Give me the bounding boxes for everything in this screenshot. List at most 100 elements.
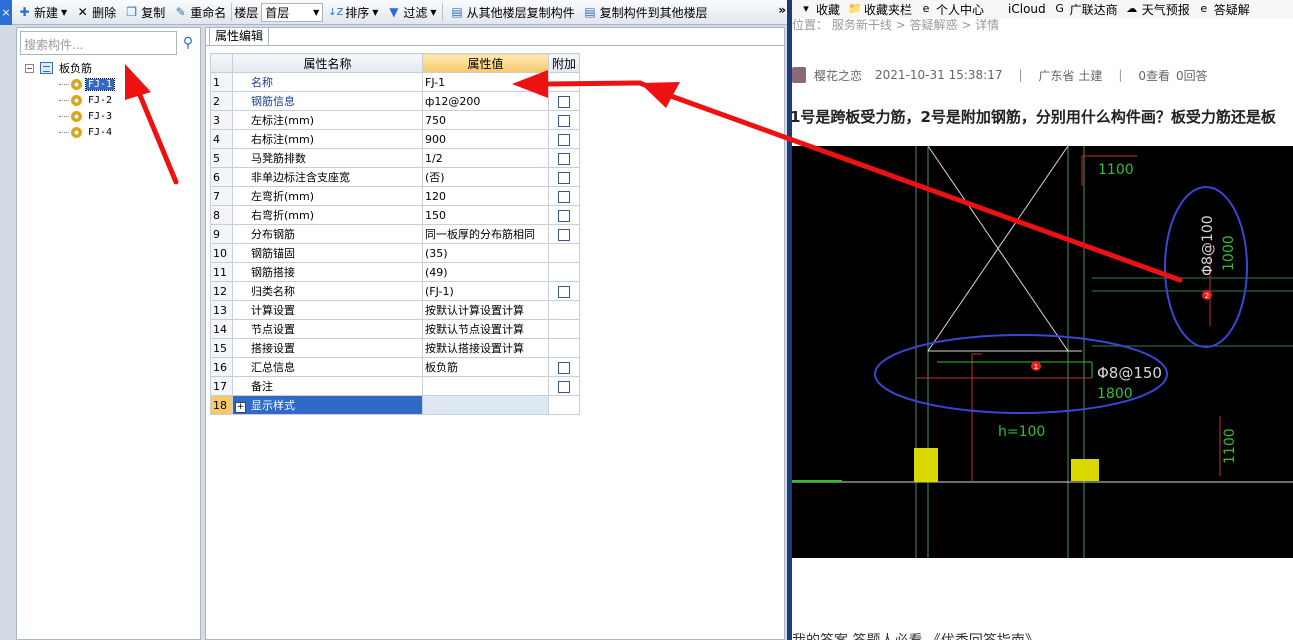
property-value-cell[interactable]: 按默认节点设置计算 <box>422 319 549 339</box>
sort-button[interactable]: ↓Z 排序 ▼ <box>325 1 381 23</box>
gear-icon <box>71 78 82 90</box>
cad-drawing-image: 1 2 1100 Φ8@150 1800 h=100 Φ8@100 1000 1… <box>792 146 1293 558</box>
bookmark-icon <box>992 3 1004 15</box>
property-value-cell[interactable]: 750 <box>422 110 549 130</box>
search-icon[interactable]: ⚲ <box>178 32 198 54</box>
extra-checkbox[interactable] <box>558 190 570 203</box>
property-value-cell[interactable] <box>422 395 549 415</box>
property-name: 钢筋信息 <box>251 95 295 108</box>
tree-item-fj-3[interactable]: FJ-3 <box>59 108 114 124</box>
table-row[interactable]: 5 马凳筋排数 1/2 <box>210 148 580 168</box>
expand-icon[interactable]: + <box>235 402 246 413</box>
table-row[interactable]: 3 左标注(mm) 750 <box>210 110 580 130</box>
property-value-header[interactable]: 属性值 <box>422 53 549 73</box>
row-number: 18 <box>210 395 233 415</box>
property-value-cell[interactable] <box>422 376 549 396</box>
tab-property-edit[interactable]: 属性编辑 <box>209 27 269 46</box>
table-row[interactable]: 1 名称 FJ-1 <box>210 72 580 92</box>
property-value-cell[interactable]: (49) <box>422 262 549 282</box>
property-value-cell[interactable]: 120 <box>422 186 549 206</box>
copy-from-other-floor-button[interactable]: ▤ 从其他楼层复制构件 <box>447 1 578 23</box>
table-row[interactable]: 15 搭接设置 按默认搭接设置计算 <box>210 338 580 358</box>
table-row[interactable]: 13 计算设置 按默认计算设置计算 <box>210 300 580 320</box>
property-value-cell[interactable]: 1/2 <box>422 148 549 168</box>
table-row[interactable]: 6 非单边标注含支座宽 (否) <box>210 167 580 187</box>
property-value-cell[interactable]: 同一板厚的分布筋相同 <box>422 224 549 244</box>
property-value-cell[interactable]: 板负筋 <box>422 357 549 377</box>
table-row[interactable]: 11 钢筋搭接 (49) <box>210 262 580 282</box>
copy-icon: ❐ <box>126 4 138 19</box>
extra-checkbox[interactable] <box>558 285 570 298</box>
table-row[interactable]: 18 + 显示样式 <box>210 395 580 415</box>
delete-button-label: 删除 <box>92 5 117 20</box>
copy-to-other-floor-button[interactable]: ▤ 复制构件到其他楼层 <box>580 1 711 23</box>
property-value-cell[interactable]: 150 <box>422 205 549 225</box>
bookmark-icon: e <box>1200 2 1208 15</box>
author-name[interactable]: 樱花之恋 <box>814 67 862 84</box>
table-row[interactable]: 4 右标注(mm) 900 <box>210 129 580 149</box>
property-value-cell[interactable]: (FJ-1) <box>422 281 549 301</box>
table-row[interactable]: 9 分布钢筋 同一板厚的分布筋相同 <box>210 224 580 244</box>
extra-checkbox[interactable] <box>558 95 570 108</box>
property-value-cell[interactable]: 900 <box>422 129 549 149</box>
component-search-input[interactable]: 搜索构件... <box>20 31 177 55</box>
property-value-cell[interactable]: FJ-1 <box>422 72 549 92</box>
property-value-cell[interactable]: 按默认计算设置计算 <box>422 300 549 320</box>
table-row[interactable]: 12 归类名称 (FJ-1) <box>210 281 580 301</box>
avatar[interactable] <box>792 67 806 83</box>
bookmark-item[interactable]: e 答疑解 <box>1198 1 1249 18</box>
delete-icon: ✕ <box>77 4 88 19</box>
breadcrumb[interactable]: 位置： 服务新干线 > 答疑解惑 > 详情 <box>792 16 999 33</box>
table-row[interactable]: 17 备注 <box>210 376 580 396</box>
extra-checkbox[interactable] <box>558 228 570 241</box>
filter-button[interactable]: ▼ 过滤 ▼ <box>383 1 439 23</box>
property-value-cell[interactable]: 按默认搭接设置计算 <box>422 338 549 358</box>
property-name: 右标注(mm) <box>251 133 315 146</box>
tree-item-fj-1[interactable]: FJ-1 <box>59 76 116 92</box>
new-button[interactable]: ✚ 新建 ▼ <box>14 1 70 23</box>
bookmark-item[interactable]: e 个人中心 <box>920 1 984 18</box>
extra-cell <box>548 205 580 225</box>
table-row[interactable]: 7 左弯折(mm) 120 <box>210 186 580 206</box>
extra-checkbox[interactable] <box>558 380 570 393</box>
property-value-cell[interactable]: (否) <box>422 167 549 187</box>
table-row[interactable]: 2 钢筋信息 ф12@200 <box>210 91 580 111</box>
copy-button[interactable]: ❐ 复制 <box>121 1 168 23</box>
extra-header[interactable]: 附加 <box>548 53 580 73</box>
tree-item-fj-4[interactable]: FJ-4 <box>59 124 114 140</box>
table-row[interactable]: 16 汇总信息 板负筋 <box>210 357 580 377</box>
gear-icon <box>71 94 82 106</box>
filter-button-label: 过滤 <box>403 5 428 20</box>
extra-checkbox[interactable] <box>558 133 570 146</box>
new-button-label: 新建 <box>34 5 59 20</box>
bookmark-item[interactable]: iCloud <box>992 2 1046 16</box>
extra-checkbox[interactable] <box>558 114 570 127</box>
property-name-cell: 钢筋锚固 <box>232 243 423 263</box>
cad-drawing: 1 2 1100 Φ8@150 1800 h=100 Φ8@100 1000 1… <box>792 146 1293 558</box>
rename-button[interactable]: ✎ 重命名 <box>170 1 229 23</box>
bookmark-item[interactable]: ☁ 天气预报 <box>1126 1 1190 18</box>
property-name-cell: 搭接设置 <box>232 338 423 358</box>
bookmark-item[interactable]: 📁 收藏夹栏 <box>848 1 912 18</box>
tree-node-root[interactable]: − 板负筋 <box>25 60 114 76</box>
bookmark-item[interactable]: G 广联达商 <box>1054 1 1117 18</box>
post-datetime: 2021-10-31 15:38:17 <box>875 68 1003 82</box>
extra-checkbox[interactable] <box>558 152 570 165</box>
delete-button[interactable]: ✕ 删除 <box>72 1 119 23</box>
property-value-cell[interactable]: (35) <box>422 243 549 263</box>
table-row[interactable]: 14 节点设置 按默认节点设置计算 <box>210 319 580 339</box>
floor-select[interactable]: 首层 ▼ <box>261 2 324 22</box>
extra-checkbox[interactable] <box>558 209 570 222</box>
tree-item-fj-2[interactable]: FJ-2 <box>59 92 114 108</box>
property-value-cell[interactable]: ф12@200 <box>422 91 549 111</box>
extra-checkbox[interactable] <box>558 171 570 184</box>
toolbar-overflow-button[interactable]: » <box>778 3 786 17</box>
extra-checkbox[interactable] <box>558 361 570 374</box>
collapse-icon[interactable]: − <box>25 63 34 73</box>
tree-item-label: FJ-3 <box>88 110 113 122</box>
bookmark-item[interactable]: ▾ 收藏 <box>800 1 840 18</box>
table-row[interactable]: 8 右弯折(mm) 150 <box>210 205 580 225</box>
close-icon[interactable]: × <box>0 0 12 25</box>
property-name-header[interactable]: 属性名称 <box>232 53 423 73</box>
table-row[interactable]: 10 钢筋锚固 (35) <box>210 243 580 263</box>
